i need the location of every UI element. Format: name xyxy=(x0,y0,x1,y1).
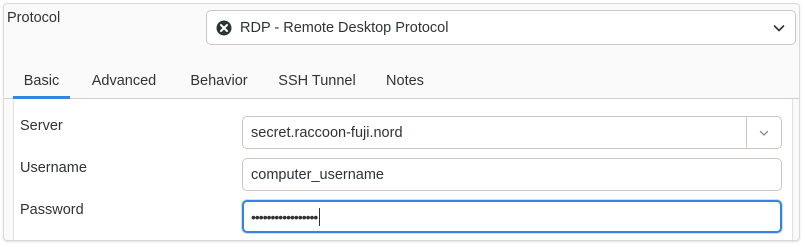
tab-advanced[interactable]: Advanced xyxy=(84,63,164,99)
protocol-selected-value: RDP - Remote Desktop Protocol xyxy=(240,19,449,36)
username-value: computer_username xyxy=(251,166,384,183)
tab-basic[interactable]: Basic xyxy=(13,63,70,99)
tab-ssh-tunnel[interactable]: SSH Tunnel xyxy=(272,63,362,99)
chevron-down-icon xyxy=(759,130,769,136)
password-value: ••••••••••••••••• xyxy=(251,208,318,225)
text-caret xyxy=(319,207,321,226)
tab-bar: Basic Advanced Behavior SSH Tunnel Notes xyxy=(4,63,799,99)
username-input[interactable]: computer_username xyxy=(242,158,782,191)
tab-behavior[interactable]: Behavior xyxy=(182,63,256,99)
server-input[interactable]: secret.raccoon-fuji.nord xyxy=(251,125,746,141)
password-input[interactable]: ••••••••••••••••• xyxy=(242,200,782,233)
server-label: Server xyxy=(20,118,63,134)
basic-tab-content: Server secret.raccoon-fuji.nord Username… xyxy=(13,99,793,240)
server-dropdown-button[interactable] xyxy=(746,117,781,148)
protocol-dropdown[interactable]: RDP - Remote Desktop Protocol xyxy=(206,10,796,45)
protocol-label: Protocol xyxy=(7,10,61,26)
username-label: Username xyxy=(20,160,87,176)
tab-notes[interactable]: Notes xyxy=(377,63,433,99)
server-combobox[interactable]: secret.raccoon-fuji.nord xyxy=(242,116,782,149)
password-label: Password xyxy=(20,202,84,218)
protocol-x-icon xyxy=(216,20,232,36)
chevron-down-icon xyxy=(772,21,786,35)
connection-editor-panel: Protocol RDP - Remote Desktop Protocol B… xyxy=(3,3,800,241)
